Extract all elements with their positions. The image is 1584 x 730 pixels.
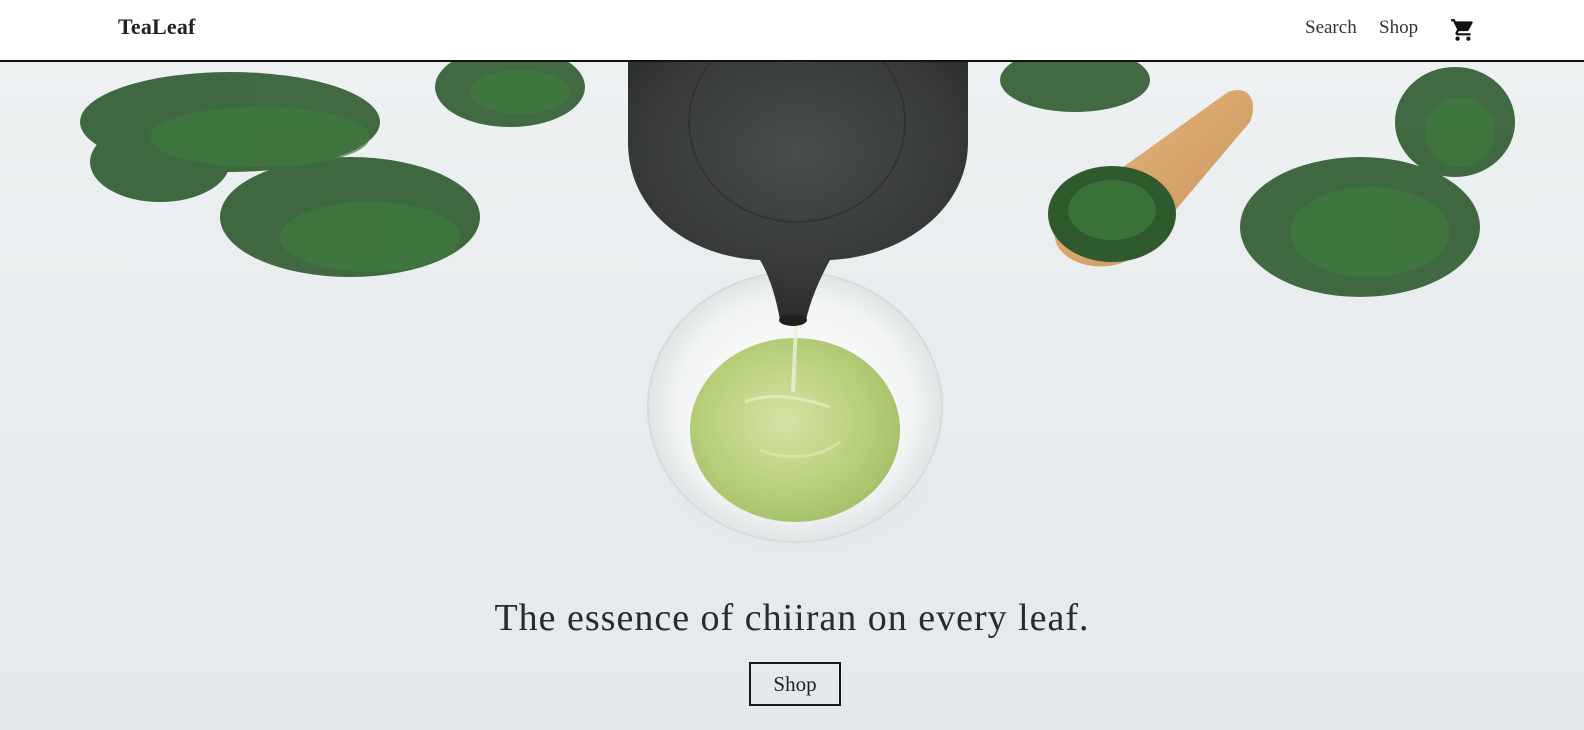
hero-headline: The essence of chiiran on every leaf. — [494, 597, 1090, 639]
shopping-cart-icon[interactable] — [1450, 17, 1476, 43]
site-header: TeaLeaf Search Shop — [0, 0, 1584, 62]
nav-shop-link[interactable]: Shop — [1379, 17, 1418, 39]
site-logo[interactable]: TeaLeaf — [118, 14, 196, 40]
hero-shop-button[interactable]: Shop — [749, 662, 841, 706]
nav-search-link[interactable]: Search — [1305, 17, 1357, 39]
hero-section: The essence of chiiran on every leaf. Sh… — [0, 62, 1584, 730]
